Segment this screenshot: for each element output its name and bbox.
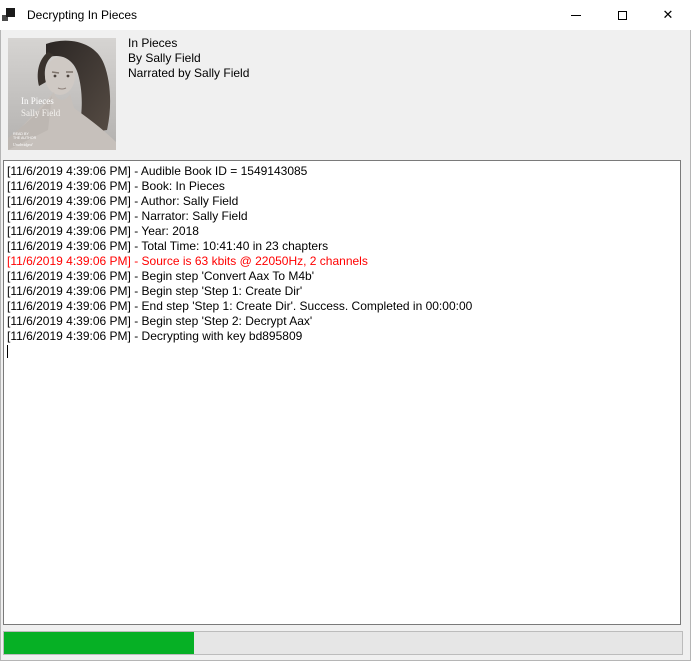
cover-title-text: In Pieces [21,96,54,106]
cover-face [45,57,75,95]
cover-edition-text: Unabridged [13,142,33,147]
log-line: [11/6/2019 4:39:06 PM] - Author: Sally F… [7,194,677,209]
decrypt-progress-bar [3,631,683,655]
log-line: [11/6/2019 4:39:06 PM] - Book: In Pieces [7,179,677,194]
window-title: Decrypting In Pieces [27,8,137,22]
app-window: Decrypting In Pieces ✕ [0,0,691,661]
progress-fill [4,632,194,654]
window-controls: ✕ [553,0,691,30]
book-info: In Pieces By Sally Field Narrated by Sal… [128,36,249,81]
log-line: [11/6/2019 4:39:06 PM] - Audible Book ID… [7,164,677,179]
maximize-button[interactable] [599,0,645,30]
cover-eye-right [67,75,70,78]
log-line: [11/6/2019 4:39:06 PM] - Decrypting with… [7,329,677,344]
log-textbox[interactable]: [11/6/2019 4:39:06 PM] - Audible Book ID… [3,160,681,625]
caret-line [7,344,677,359]
cover-author-text: Sally Field [21,108,61,118]
maximize-icon [618,11,627,20]
log-line: [11/6/2019 4:39:06 PM] - Begin step 'Ste… [7,284,677,299]
app-icon-square-big [6,8,15,17]
log-line: [11/6/2019 4:39:06 PM] - Begin step 'Con… [7,269,677,284]
log-line-error: [11/6/2019 4:39:06 PM] - Source is 63 kb… [7,254,677,269]
minimize-button[interactable] [553,0,599,30]
book-author: By Sally Field [128,51,249,66]
close-button[interactable]: ✕ [645,0,691,30]
cover-eye-left [54,75,57,78]
book-narrator: Narrated by Sally Field [128,66,249,81]
cover-readby-line2: THE AUTHOR [13,136,37,140]
log-line: [11/6/2019 4:39:06 PM] - Narrator: Sally… [7,209,677,224]
close-icon: ✕ [663,9,674,22]
log-line: [11/6/2019 4:39:06 PM] - End step 'Step … [7,299,677,314]
log-line: [11/6/2019 4:39:06 PM] - Year: 2018 [7,224,677,239]
book-cover-image: In Pieces Sally Field READ BY THE AUTHOR… [8,38,116,150]
title-bar[interactable]: Decrypting In Pieces ✕ [0,0,691,30]
log-line: [11/6/2019 4:39:06 PM] - Total Time: 10:… [7,239,677,254]
log-line: [11/6/2019 4:39:06 PM] - Begin step 'Ste… [7,314,677,329]
text-caret [7,345,8,358]
app-icon[interactable] [2,7,18,23]
minimize-icon [571,15,581,16]
book-title: In Pieces [128,36,249,51]
